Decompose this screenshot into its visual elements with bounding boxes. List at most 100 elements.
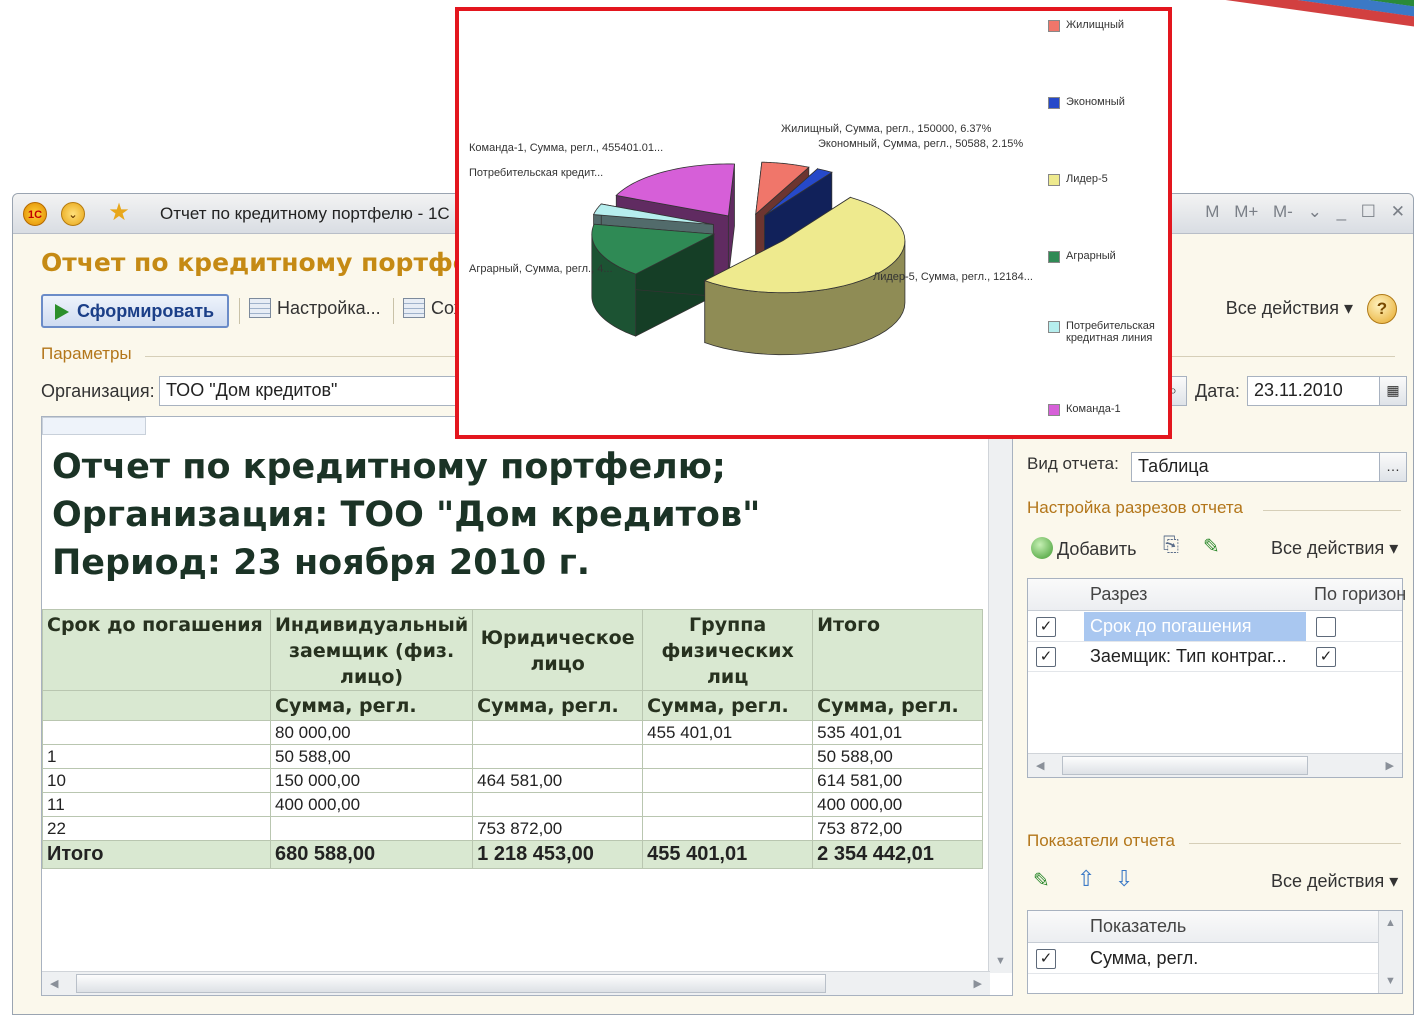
total-cell[interactable]: 455 401,01 [642,840,814,869]
cuts-scroll-thumb[interactable] [1062,756,1308,775]
spreadsheet-cell-marker [42,417,146,435]
indicator-checkbox[interactable]: ✓ [1036,949,1056,969]
memory-button-m[interactable]: M [1205,202,1219,221]
table-cell[interactable]: 1 [42,744,271,769]
table-cell[interactable]: 50 588,00 [269,744,474,769]
table-cell[interactable]: 80 000,00 [269,720,474,745]
chevron-down-icon[interactable]: ⌄ [1308,202,1322,221]
table-cell[interactable] [472,744,644,769]
cuts-list-header: Разрез По горизон [1028,579,1406,611]
horizontal-scroll-thumb[interactable] [76,974,826,993]
legend-swatch [1048,20,1060,32]
indicators-group-label: Показатели отчета [1027,831,1175,850]
date-field[interactable]: 23.11.2010 [1247,376,1381,406]
memory-button-m-minus[interactable]: M- [1273,202,1293,221]
table-cell[interactable] [642,816,814,841]
scroll-down-icon[interactable]: ▼ [1385,975,1396,987]
table-cell[interactable] [642,768,814,793]
list-item[interactable]: ✓ Сумма, регл. [1028,944,1378,974]
list-item[interactable]: ✓ Срок до погашения [1028,612,1402,642]
edit-pencil-icon[interactable]: ✎ [1033,868,1050,893]
table-cell[interactable]: 50 588,00 [812,744,984,769]
memory-button-m-plus[interactable]: M+ [1234,202,1258,221]
calendar-icon[interactable]: ▦ [1379,376,1407,406]
table-cell[interactable]: 400 000,00 [269,792,474,817]
table-cell[interactable]: 10 [42,768,271,793]
maximize-icon[interactable]: ☐ [1361,202,1376,221]
total-cell[interactable]: Итого [42,840,271,869]
settings-button[interactable]: Настройка... [249,298,381,319]
report-horizontal-scrollbar[interactable]: ◀ ▶ [42,971,990,995]
cut-checkbox[interactable]: ✓ [1036,647,1056,667]
report-kind-field[interactable]: Таблица [1131,452,1381,482]
cut-horizontal-checkbox[interactable]: ✓ [1316,647,1336,667]
favorites-star-icon[interactable]: ★ [107,201,131,226]
scroll-right-icon[interactable]: ▶ [974,977,982,990]
cuts-all-actions-menu[interactable]: Все действия ▾ [1271,538,1398,559]
table-cell[interactable] [42,720,271,745]
close-icon[interactable]: ✕ [1391,202,1405,221]
move-down-icon[interactable]: ⇩ [1115,866,1133,892]
cuts-list[interactable]: Разрез По горизон ✓ Срок до погашения ✓ … [1027,578,1406,778]
cut-checkbox[interactable]: ✓ [1036,617,1056,637]
cuts-horizontal-scrollbar[interactable]: ◀ ▶ [1028,753,1402,777]
window-controls: M M+ M- ⌄ _ ☐ ✕ [1195,202,1405,222]
table-cell[interactable] [642,744,814,769]
indicators-vertical-scrollbar[interactable]: ▲ ▼ [1378,911,1402,993]
total-cell[interactable]: 2 354 442,01 [812,840,984,869]
indicator-name: Сумма, регл. [1090,948,1199,968]
legend-label: Команда-1 [1066,403,1121,415]
dropdown-menu-icon[interactable]: ⌄ [61,202,85,226]
scroll-left-icon[interactable]: ◀ [50,977,58,990]
table-cell[interactable]: 753 872,00 [812,816,984,841]
indicators-list[interactable]: Показатель ✓ Сумма, регл. ▲ ▼ [1027,910,1403,994]
copy-icon[interactable]: ⎘ [1163,534,1179,557]
table-cell[interactable]: 614 581,00 [812,768,984,793]
generate-button[interactable]: Сформировать [41,294,229,328]
table-cell[interactable] [269,816,474,841]
report-kind-label: Вид отчета: [1027,454,1119,473]
pie-data-label: Команда-1, Сумма, регл., 455401.01... [469,142,664,154]
legend-label: Жилищный [1066,19,1125,31]
list-item[interactable]: ✓ Заемщик: Тип контраг... ✓ [1028,642,1402,672]
table-cell[interactable]: 753 872,00 [472,816,644,841]
table-cell[interactable]: 455 401,01 [642,720,814,745]
form-title: Отчет по кредитному портфелю [41,248,513,277]
all-actions-menu[interactable]: Все действия ▾ [1226,298,1353,319]
scroll-down-icon[interactable]: ▼ [995,955,1006,967]
total-cell[interactable]: 680 588,00 [269,840,474,869]
table-cell[interactable] [642,792,814,817]
add-cut-button[interactable]: Добавить [1031,537,1137,560]
table-cell[interactable]: 535 401,01 [812,720,984,745]
table-cell[interactable] [472,720,644,745]
table-cell[interactable]: 400 000,00 [812,792,984,817]
table-cell[interactable]: 464 581,00 [472,768,644,793]
app-logo-icon[interactable]: 1С [23,202,47,226]
report-table: Срок до погашения Индивидуальный заемщик… [42,609,984,869]
save-settings-button[interactable]: Сох [403,298,463,319]
scroll-up-icon[interactable]: ▲ [1385,917,1396,929]
help-button[interactable]: ? [1367,294,1397,324]
scroll-right-icon[interactable]: ▶ [1386,759,1394,772]
sub-header-sum: Сумма, регл. [642,690,814,721]
table-cell[interactable] [472,792,644,817]
report-spreadsheet[interactable]: Отчет по кредитному портфелю; Организаци… [41,416,1013,996]
table-cell[interactable]: 150 000,00 [269,768,474,793]
table-cell[interactable]: 11 [42,792,271,817]
total-cell[interactable]: 1 218 453,00 [472,840,644,869]
legend-label: Потребительская кредитная линия [1066,320,1155,344]
cuts-col-horizontal: По горизон [1314,584,1407,604]
cut-horizontal-checkbox[interactable] [1316,617,1336,637]
org-label: Организация: [41,381,155,401]
edit-pencil-icon[interactable]: ✎ [1203,534,1220,559]
scroll-left-icon[interactable]: ◀ [1036,759,1044,772]
indicators-list-header: Показатель [1028,911,1378,943]
report-vertical-scrollbar[interactable]: ▼ [988,417,1012,973]
sub-header-sum: Сумма, регл. [269,690,474,721]
more-icon[interactable]: … [1379,452,1407,482]
table-cell[interactable]: 22 [42,816,271,841]
minimize-icon[interactable]: _ [1337,202,1346,221]
indicators-all-actions-menu[interactable]: Все действия ▾ [1271,871,1398,892]
indicators-col-name: Показатель [1090,916,1187,936]
move-up-icon[interactable]: ⇧ [1077,866,1095,892]
